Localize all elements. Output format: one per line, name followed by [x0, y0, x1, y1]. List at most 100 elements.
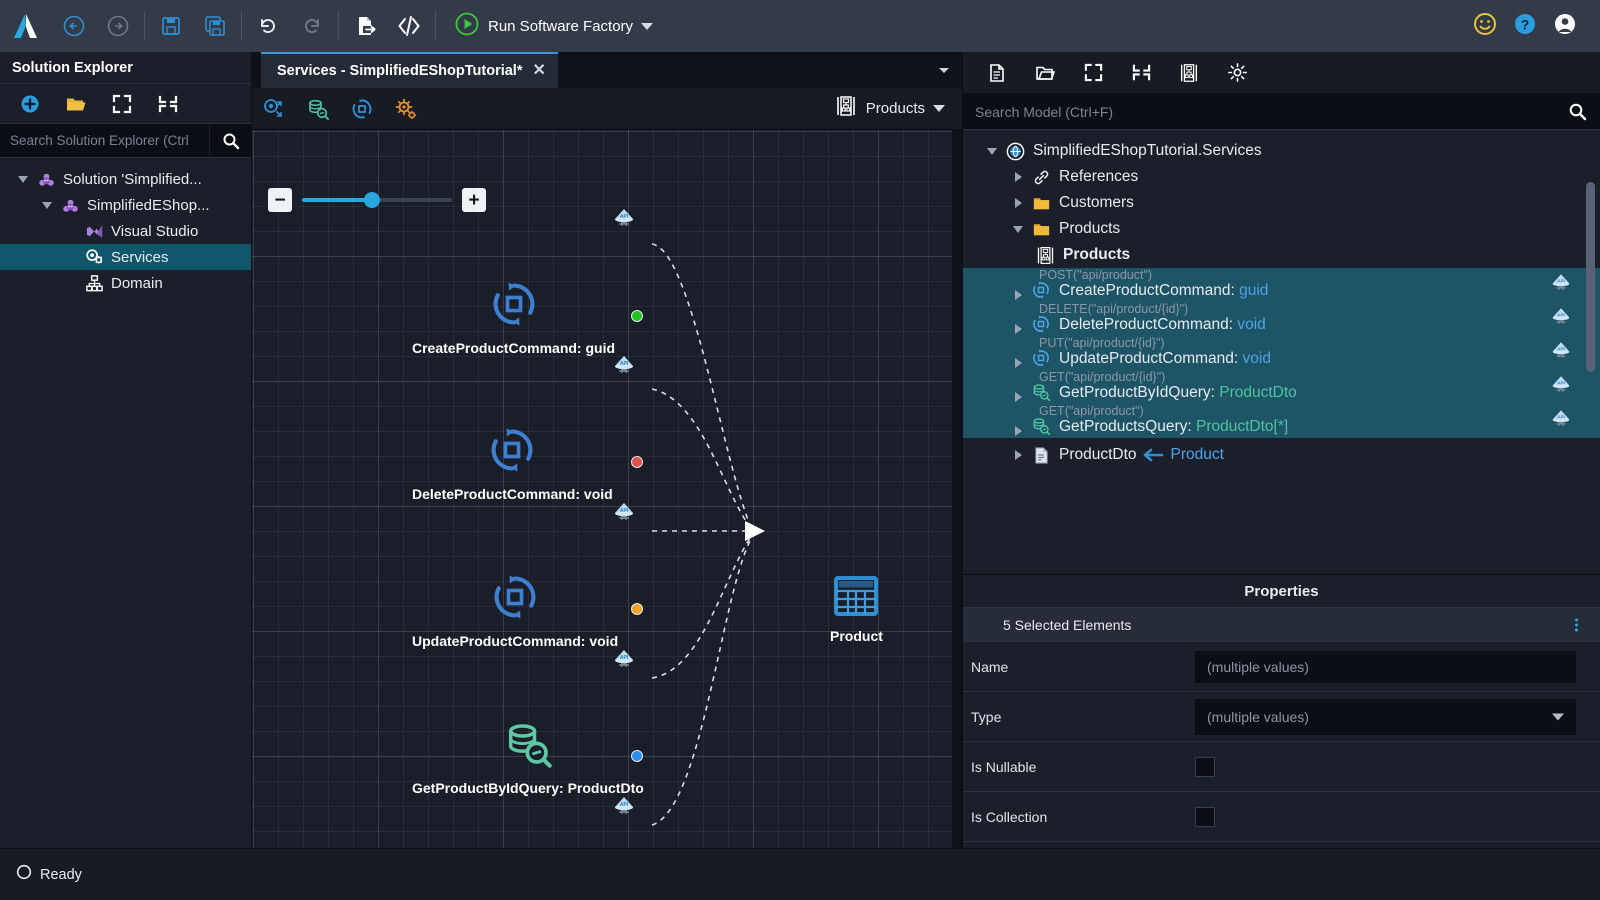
search-icon[interactable]: [1554, 94, 1600, 129]
twisty-down-icon[interactable]: [12, 175, 34, 183]
model-row-label: SimplifiedEShopTutorial.Services: [1033, 142, 1262, 159]
twisty-right-icon[interactable]: [1007, 426, 1029, 436]
diagram-node-get-product-by-id-query[interactable]: GetProductByIdQuery: ProductDto: [412, 718, 644, 796]
chevron-down-icon[interactable]: [933, 105, 945, 112]
account-button[interactable]: [1552, 11, 1578, 42]
node-port-delete[interactable]: [631, 456, 643, 468]
diagram-selector[interactable]: Products: [834, 94, 963, 123]
tree-item-project[interactable]: SimplifiedEShop...: [0, 192, 251, 218]
add-entity-button[interactable]: [252, 90, 296, 128]
twisty-right-icon[interactable]: [1007, 290, 1029, 300]
zoom-slider-thumb[interactable]: [364, 192, 380, 208]
twisty-right-icon[interactable]: [1007, 172, 1029, 182]
feedback-button[interactable]: [1472, 11, 1498, 42]
help-button[interactable]: ?: [1512, 11, 1538, 42]
property-label: Type: [971, 708, 1002, 725]
name-field[interactable]: (multiple values): [1195, 650, 1576, 683]
model-row-get-products-query[interactable]: GET("api/product") GetProductsQuery : Pr…: [963, 404, 1600, 438]
model-row-namespace[interactable]: SimplifiedEShopTutorial.Services: [963, 138, 1600, 164]
svg-text:API: API: [1557, 347, 1565, 352]
add-query-button[interactable]: [296, 90, 340, 128]
twisty-down-icon[interactable]: [981, 147, 1003, 155]
save-button[interactable]: [149, 4, 193, 48]
node-port-get-by-id[interactable]: [631, 750, 643, 762]
zoom-slider[interactable]: [302, 192, 452, 208]
is-nullable-checkbox[interactable]: [1195, 756, 1215, 777]
save-all-button[interactable]: [193, 4, 237, 48]
open-folder-button[interactable]: [1027, 56, 1063, 90]
svg-text:API: API: [1557, 415, 1565, 420]
collapse-all-button[interactable]: [1123, 56, 1159, 90]
model-row-products-diagram[interactable]: Products: [963, 242, 1600, 268]
model-row-type: Product: [1170, 446, 1224, 463]
diagram-node-product-entity[interactable]: Product: [830, 574, 883, 644]
tree-item-label: Solution 'Simplified...: [63, 170, 202, 188]
collapse-all-button[interactable]: [150, 88, 186, 120]
open-folder-button[interactable]: [58, 88, 94, 120]
kebab-menu-icon[interactable]: [1575, 618, 1578, 631]
model-row-get-product-by-id-query[interactable]: GET("api/product/{id}") GetProductByIdQu…: [963, 370, 1600, 404]
diagram-node-delete-product-command[interactable]: DeleteProductCommand: void: [412, 424, 613, 502]
redo-button[interactable]: [290, 4, 334, 48]
twisty-right-icon[interactable]: [1007, 450, 1029, 460]
model-row-delete-product-command[interactable]: DELETE("api/product/{id}") DeleteProduct…: [963, 302, 1600, 336]
model-row-references[interactable]: References: [963, 164, 1600, 190]
diagram-button[interactable]: [1171, 56, 1207, 90]
zoom-out-button[interactable]: −: [268, 188, 292, 212]
model-row-customers[interactable]: Customers: [963, 190, 1600, 216]
new-file-button[interactable]: [979, 56, 1015, 90]
model-row-label: References: [1059, 168, 1139, 185]
search-input[interactable]: [963, 94, 1554, 129]
twisty-down-icon[interactable]: [1007, 225, 1029, 233]
undo-button[interactable]: [246, 4, 290, 48]
search-input[interactable]: [0, 124, 209, 157]
sidebar-item-domain[interactable]: Domain: [0, 270, 251, 296]
settings-button[interactable]: [384, 90, 428, 128]
model-row-label: Products: [1059, 220, 1121, 237]
navigate-forward-button[interactable]: [96, 4, 140, 48]
expand-all-button[interactable]: [1075, 56, 1111, 90]
navigate-back-button[interactable]: [52, 4, 96, 48]
close-icon[interactable]: ✕: [532, 63, 545, 79]
svg-text:API: API: [1557, 279, 1565, 284]
model-row-products-folder[interactable]: Products: [963, 216, 1600, 242]
tree-item-solution[interactable]: Solution 'Simplified...: [0, 166, 251, 192]
model-row-type: ProductDto: [1219, 384, 1297, 401]
node-port-create[interactable]: [631, 310, 643, 322]
model-row-product-dto[interactable]: ProductDto Product: [963, 442, 1600, 468]
diagram-canvas[interactable]: − + CreateProductCommand: guid API Delet…: [252, 130, 952, 848]
tab-services-diagram[interactable]: Services - SimplifiedEShopTutorial* ✕: [261, 52, 558, 88]
add-item-button[interactable]: [12, 88, 48, 120]
search-icon[interactable]: [209, 124, 251, 157]
chevron-down-icon[interactable]: [935, 61, 953, 84]
twisty-right-icon[interactable]: [1007, 358, 1029, 368]
is-collection-checkbox[interactable]: [1195, 806, 1215, 827]
model-row-update-product-command[interactable]: PUT("api/product/{id}") UpdateProductCom…: [963, 336, 1600, 370]
add-command-button[interactable]: [340, 90, 384, 128]
chevron-down-icon: [1552, 713, 1564, 720]
sidebar-item-services[interactable]: Services: [0, 244, 251, 270]
twisty-right-icon[interactable]: [1007, 198, 1029, 208]
export-button[interactable]: [343, 4, 387, 48]
tree-item-label: Domain: [111, 274, 163, 292]
run-software-factory-button[interactable]: Run Software Factory: [446, 7, 661, 46]
diagram-node-update-product-command[interactable]: UpdateProductCommand: void: [412, 571, 618, 649]
code-button[interactable]: [387, 4, 431, 48]
model-tree: SimplifiedEShopTutorial.Services Referen…: [963, 130, 1600, 574]
zoom-in-button[interactable]: +: [462, 188, 486, 212]
chevron-down-icon[interactable]: [641, 22, 654, 30]
sidebar-item-visual-studio[interactable]: Visual Studio: [0, 218, 251, 244]
services-icon: [82, 248, 106, 267]
model-tree-scrollbar[interactable]: [1586, 182, 1595, 372]
expand-all-button[interactable]: [104, 88, 140, 120]
node-port-update[interactable]: [631, 603, 643, 615]
twisty-down-icon[interactable]: [36, 201, 58, 209]
twisty-right-icon[interactable]: [1007, 324, 1029, 334]
model-row-type: void: [1237, 316, 1266, 333]
twisty-right-icon[interactable]: [1007, 392, 1029, 402]
model-row-create-product-command[interactable]: POST("api/product") CreateProductCommand…: [963, 268, 1600, 302]
diagram-node-create-product-command[interactable]: CreateProductCommand: guid: [412, 278, 615, 356]
visual-studio-icon: [82, 222, 106, 241]
type-select[interactable]: (multiple values): [1195, 698, 1576, 735]
settings-button[interactable]: [1219, 56, 1255, 90]
